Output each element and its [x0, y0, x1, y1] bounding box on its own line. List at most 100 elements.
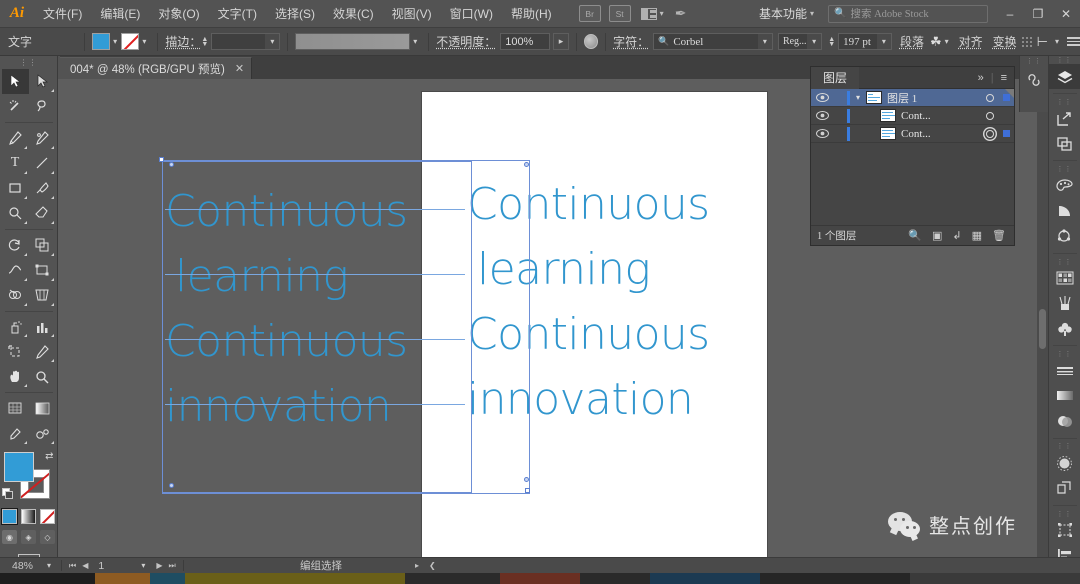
- bridge-icon[interactable]: Br: [578, 5, 601, 22]
- paintbrush-tool[interactable]: [29, 176, 56, 201]
- magic-wand-tool[interactable]: [2, 94, 29, 119]
- default-fill-stroke-icon[interactable]: [1, 488, 13, 504]
- line-segment-tool[interactable]: [29, 151, 56, 176]
- selection-indicator[interactable]: [998, 130, 1014, 137]
- asset-export-icon[interactable]: [1049, 131, 1080, 156]
- transform-label[interactable]: 变换: [993, 33, 1017, 50]
- visibility-toggle-icon[interactable]: [811, 93, 833, 102]
- document-tab[interactable]: 004* @ 48% (RGB/GPU 预览) ✕: [60, 57, 253, 79]
- first-artboard-button[interactable]: ⏮: [69, 561, 76, 571]
- rotate-tool[interactable]: [2, 233, 29, 258]
- arrange-documents-button[interactable]: ▾: [640, 7, 664, 20]
- selection-handle[interactable]: [524, 162, 529, 167]
- font-size-input[interactable]: 197 pt ▾: [838, 33, 892, 50]
- recolor-artwork-icon[interactable]: [1049, 224, 1080, 249]
- chevron-down-icon[interactable]: ▾: [1055, 37, 1059, 46]
- draw-inside-button[interactable]: ◇: [40, 530, 55, 545]
- selection-tool[interactable]: [1, 68, 29, 94]
- make-clipping-mask-icon[interactable]: ▣: [932, 229, 942, 242]
- layers-list[interactable]: ▾ 图层 1 Cont... Cont...: [811, 89, 1014, 225]
- width-tool[interactable]: [2, 258, 29, 283]
- rail-grip[interactable]: ⋮⋮: [1056, 442, 1074, 450]
- shape-builder-tool[interactable]: [2, 283, 29, 308]
- eraser-tool[interactable]: [29, 201, 56, 226]
- gradient-panel-icon[interactable]: [1049, 383, 1080, 408]
- none-swatch-button[interactable]: [40, 509, 55, 525]
- table-row[interactable]: Cont...: [811, 107, 1014, 125]
- target-indicator[interactable]: [982, 93, 998, 102]
- chevron-down-icon[interactable]: ▾: [113, 37, 117, 46]
- color-panel-icon[interactable]: [1049, 173, 1080, 198]
- previous-artboard-button[interactable]: ◀: [82, 561, 88, 570]
- recolor-artwork-icon[interactable]: [583, 34, 599, 49]
- menu-window[interactable]: 窗口(W): [441, 0, 502, 28]
- transparency-panel-icon[interactable]: [1049, 408, 1080, 433]
- stroke-weight-input[interactable]: ▾: [211, 33, 281, 50]
- maximize-button[interactable]: ❐: [1024, 0, 1052, 28]
- transform-panel-icon[interactable]: [1049, 518, 1080, 543]
- menu-effect[interactable]: 效果(C): [324, 0, 383, 28]
- canvas-vertical-scrollbar[interactable]: [1037, 79, 1048, 568]
- last-artboard-button[interactable]: ⏭: [169, 561, 176, 571]
- selection-handle[interactable]: [159, 157, 164, 162]
- rail-grip[interactable]: ⋮⋮: [1056, 165, 1074, 173]
- opacity-input[interactable]: 100%: [500, 33, 551, 50]
- direct-selection-tool[interactable]: [29, 69, 56, 94]
- rail-grip[interactable]: ⋮⋮: [1056, 258, 1074, 266]
- menu-select[interactable]: 选择(S): [266, 0, 324, 28]
- blend-tool[interactable]: [29, 421, 56, 446]
- export-panel-icon[interactable]: [1049, 106, 1080, 131]
- font-style-input[interactable]: Reg... ▾: [777, 33, 823, 50]
- selection-handle[interactable]: [169, 162, 174, 167]
- rail-grip[interactable]: ⋮⋮: [1056, 510, 1074, 518]
- swatches-panel-icon[interactable]: [1049, 266, 1080, 291]
- minimize-button[interactable]: –: [996, 0, 1024, 28]
- column-graph-tool[interactable]: [29, 314, 56, 339]
- tools-panel-grip[interactable]: ⋮⋮: [0, 56, 57, 69]
- chevron-down-icon[interactable]: ▾: [757, 34, 772, 49]
- symbol-sprayer-tool[interactable]: [2, 314, 29, 339]
- stroke-panel-icon[interactable]: [1049, 358, 1080, 383]
- locate-object-icon[interactable]: 🔍: [908, 229, 922, 242]
- zoom-level-value[interactable]: 48%: [0, 560, 40, 572]
- next-artboard-button[interactable]: ▶: [156, 561, 162, 570]
- layer-name[interactable]: 图层 1: [887, 90, 982, 106]
- paragraph-label[interactable]: 段落: [900, 33, 924, 50]
- new-layer-icon[interactable]: ▦: [972, 229, 982, 242]
- selected-text-object[interactable]: Continuous learning Continuous innovatio…: [159, 157, 530, 494]
- draw-normal-button[interactable]: ◉: [2, 530, 17, 545]
- delete-layer-icon[interactable]: 🗑: [992, 229, 1006, 242]
- target-indicator[interactable]: [982, 111, 998, 120]
- opacity-flyout-button[interactable]: ▸: [553, 33, 569, 50]
- draw-behind-button[interactable]: ◈: [21, 530, 36, 545]
- chevron-down-icon[interactable]: ▾: [807, 34, 822, 49]
- mesh-tool[interactable]: [2, 396, 29, 421]
- align-left-icon[interactable]: ⊢: [1037, 34, 1048, 50]
- free-transform-tool[interactable]: [29, 258, 56, 283]
- chevron-down-icon[interactable]: ▾: [413, 37, 417, 46]
- rectangle-tool[interactable]: [2, 176, 29, 201]
- font-size-stepper[interactable]: ▲ ▼: [828, 36, 835, 48]
- chevron-down-icon[interactable]: ▾: [265, 34, 280, 49]
- zoom-dropdown-icon[interactable]: ▾: [40, 561, 58, 570]
- status-flyout-icon[interactable]: ▸: [415, 561, 419, 570]
- artboard-dropdown-icon[interactable]: ▾: [134, 561, 152, 570]
- stroke-color-swatch[interactable]: [121, 33, 140, 50]
- graphic-styles-icon[interactable]: [1049, 476, 1080, 501]
- menu-type[interactable]: 文字(T): [209, 0, 266, 28]
- artboard-number-value[interactable]: 1: [92, 560, 134, 572]
- close-icon[interactable]: ✕: [235, 62, 244, 75]
- chevron-down-icon[interactable]: ▾: [945, 37, 949, 46]
- lasso-tool[interactable]: [29, 94, 56, 119]
- create-sublayer-icon[interactable]: ↲: [952, 229, 961, 242]
- menu-help[interactable]: 帮助(H): [502, 0, 561, 28]
- menu-edit[interactable]: 编辑(E): [91, 0, 149, 28]
- eyedropper-tool[interactable]: [2, 421, 29, 446]
- menu-view[interactable]: 视图(V): [383, 0, 441, 28]
- search-adobe-stock-input[interactable]: 🔍 搜索 Adobe Stock: [828, 4, 988, 23]
- panel-menu-icon[interactable]: ≡: [1001, 72, 1007, 84]
- libraries-panel-icon[interactable]: [1018, 65, 1050, 95]
- stroke-stepper[interactable]: ▲ ▼: [201, 36, 208, 48]
- target-indicator[interactable]: [982, 129, 998, 138]
- rail-grip[interactable]: ⋮⋮: [1056, 98, 1074, 106]
